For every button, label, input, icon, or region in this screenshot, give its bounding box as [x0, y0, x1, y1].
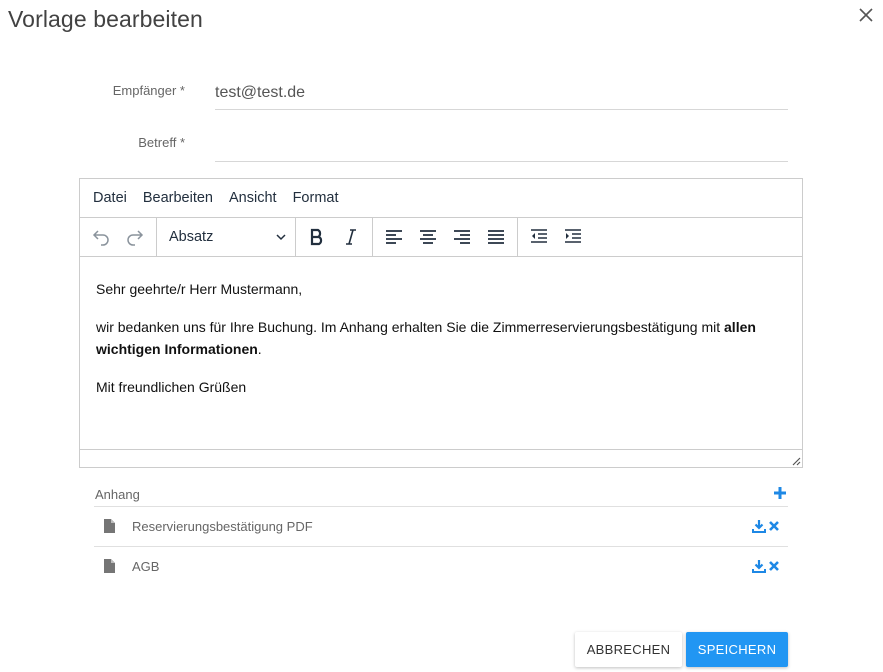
align-center-icon — [420, 230, 436, 244]
close-icon[interactable] — [855, 4, 877, 26]
editor-menubar: Datei Bearbeiten Ansicht Format — [80, 179, 802, 218]
attachment-name: Reservierungsbestätigung PDF — [132, 519, 313, 534]
recipient-label: Empfänger * — [112, 83, 185, 98]
align-group — [373, 218, 518, 256]
text-style-group — [296, 218, 373, 256]
outdent-button[interactable] — [522, 222, 556, 252]
attachment-row: Reservierungsbestätigung PDF — [94, 507, 788, 547]
block-format-group: Absatz — [157, 218, 296, 256]
align-left-button[interactable] — [377, 222, 411, 252]
delete-icon[interactable] — [768, 560, 780, 572]
subject-label: Betreff * — [138, 135, 185, 150]
file-icon — [104, 519, 115, 533]
undo-button[interactable] — [84, 222, 118, 252]
history-group — [80, 218, 157, 256]
attachment-row: AGB — [94, 547, 788, 587]
cancel-button[interactable]: ABBRECHEN — [575, 632, 682, 667]
undo-icon — [92, 230, 109, 246]
body-text: wir bedanken uns für Ihre Buchung. Im An… — [96, 319, 725, 335]
dialog-title: Vorlage bearbeiten — [8, 6, 203, 32]
rich-text-editor: Datei Bearbeiten Ansicht Format Absatz S… — [79, 178, 803, 468]
block-format-select[interactable]: Absatz — [161, 222, 291, 252]
chevron-down-icon — [276, 234, 286, 241]
subject-row: Betreff * — [0, 128, 883, 168]
align-right-button[interactable] — [445, 222, 479, 252]
closing-text: Mit freundlichen Grüßen — [96, 379, 247, 395]
align-left-icon — [386, 230, 402, 244]
redo-button[interactable] — [118, 222, 152, 252]
editor-content[interactable]: Sehr geehrte/r Herr Mustermann, wir beda… — [80, 258, 802, 450]
redo-icon — [127, 230, 144, 246]
bold-icon — [310, 228, 323, 246]
save-button[interactable]: SPEICHERN — [686, 632, 788, 667]
italic-icon — [346, 229, 356, 245]
body-paragraph: wir bedanken uns für Ihre Buchung. Im An… — [96, 316, 786, 360]
editor-toolbar: Absatz — [80, 218, 802, 257]
attachments-section: Anhang Reservierungsbestätigung PDF AGB — [94, 483, 788, 587]
delete-icon[interactable] — [768, 520, 780, 532]
align-justify-button[interactable] — [479, 222, 513, 252]
recipient-row: Empfänger * — [0, 76, 883, 116]
menu-ansicht[interactable]: Ansicht — [221, 190, 285, 206]
align-center-button[interactable] — [411, 222, 445, 252]
body-end: . — [257, 341, 262, 357]
attachments-header: Anhang — [94, 483, 788, 507]
align-right-icon — [454, 230, 470, 244]
menu-datei[interactable]: Datei — [85, 190, 135, 206]
attachments-title: Anhang — [95, 487, 140, 502]
menu-bearbeiten[interactable]: Bearbeiten — [135, 190, 221, 206]
add-attachment-icon[interactable] — [772, 485, 788, 501]
menu-format[interactable]: Format — [285, 190, 347, 206]
bold-button[interactable] — [300, 222, 334, 252]
greeting-text: Sehr geehrte/r Herr Mustermann, — [96, 281, 303, 297]
download-icon[interactable] — [752, 559, 766, 573]
block-format-value: Absatz — [169, 229, 214, 245]
download-icon[interactable] — [752, 519, 766, 533]
attachment-name: AGB — [132, 559, 160, 574]
editor-statusbar — [80, 449, 802, 467]
italic-button[interactable] — [334, 222, 368, 252]
file-icon — [104, 559, 115, 573]
indent-group — [518, 218, 594, 256]
indent-button[interactable] — [556, 222, 590, 252]
resize-handle-icon[interactable] — [789, 454, 801, 466]
subject-input[interactable] — [215, 128, 788, 162]
outdent-icon — [531, 229, 547, 243]
align-justify-icon — [488, 230, 504, 244]
indent-icon — [565, 229, 581, 243]
recipient-input[interactable] — [215, 76, 788, 110]
